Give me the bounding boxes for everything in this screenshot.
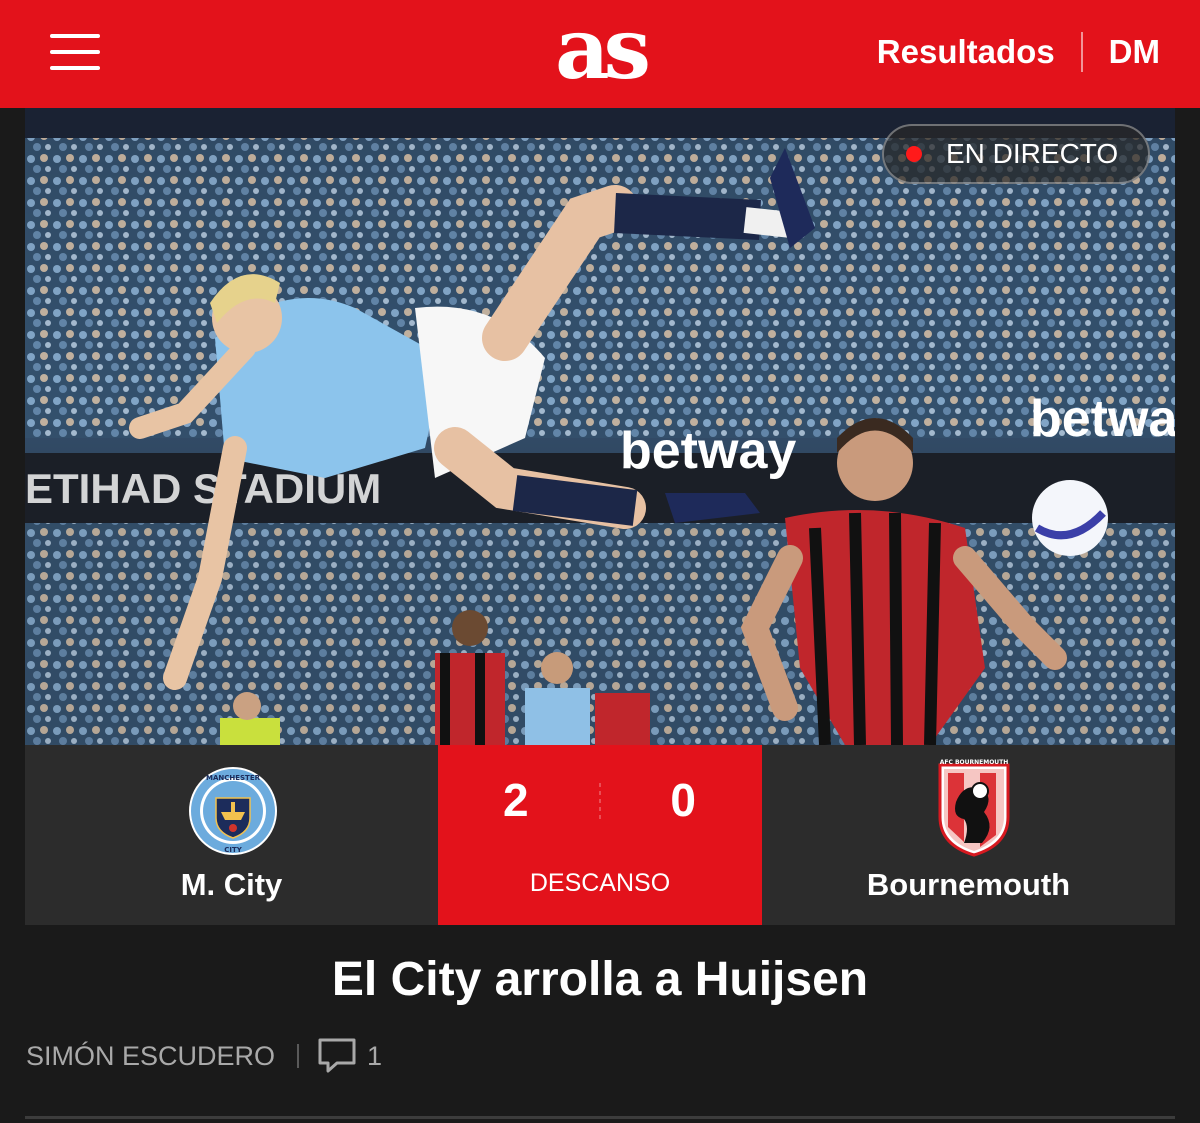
home-score: 2	[503, 774, 529, 826]
comment-bubble-icon	[318, 1038, 356, 1073]
meta-divider	[297, 1044, 300, 1068]
svg-text:AFC BOURNEMOUTH: AFC BOURNEMOUTH	[940, 759, 1009, 766]
hamburger-menu-icon[interactable]	[50, 34, 100, 70]
hero-photo[interactable]: ETIHAD STADIUM betway betwa EN DIRECTO	[25, 108, 1175, 745]
manchester-city-crest-icon: MANCHESTER CITY	[189, 767, 277, 855]
svg-text:betway: betway	[620, 422, 796, 480]
away-team[interactable]: AFC BOURNEMOUTH Bournemouth	[762, 745, 1175, 925]
svg-text:betwa: betwa	[1030, 390, 1175, 448]
away-score: 0	[670, 774, 696, 826]
stadium-photo-illustration: ETIHAD STADIUM betway betwa	[25, 108, 1175, 745]
author-name[interactable]: SIMÓN ESCUDERO	[26, 1041, 275, 1072]
live-dot-icon	[906, 146, 922, 162]
comments-link[interactable]: 1	[317, 1037, 382, 1075]
comment-count: 1	[367, 1040, 383, 1071]
nav-divider	[1080, 32, 1083, 72]
top-header: as Resultados DM	[0, 0, 1200, 108]
bournemouth-crest-icon: AFC BOURNEMOUTH	[938, 759, 1010, 857]
as-logo[interactable]: as	[540, 4, 660, 94]
home-team-name: M. City	[180, 867, 283, 902]
live-badge-label: EN DIRECTO	[946, 138, 1119, 169]
scoreboard: MANCHESTER CITY M. City 2 0 DESCANSO AFC…	[25, 745, 1175, 925]
nav-resultados-link[interactable]: Resultados	[877, 33, 1055, 71]
bottom-divider	[25, 1116, 1175, 1119]
score-divider	[599, 783, 601, 819]
match-status: DESCANSO	[529, 869, 671, 897]
svg-text:MANCHESTER: MANCHESTER	[206, 774, 261, 782]
article-headline[interactable]: El City arrolla a Huijsen	[0, 952, 1200, 1007]
away-team-name: Bournemouth	[866, 867, 1071, 902]
nav-dm-link[interactable]: DM	[1109, 33, 1160, 71]
article-meta: SIMÓN ESCUDERO 1	[26, 1036, 382, 1076]
live-badge[interactable]: EN DIRECTO	[882, 124, 1150, 184]
score-box[interactable]: 2 0 DESCANSO	[438, 745, 762, 925]
header-nav: Resultados DM	[877, 30, 1160, 74]
home-team[interactable]: MANCHESTER CITY M. City	[25, 745, 438, 925]
svg-text:CITY: CITY	[224, 846, 243, 854]
